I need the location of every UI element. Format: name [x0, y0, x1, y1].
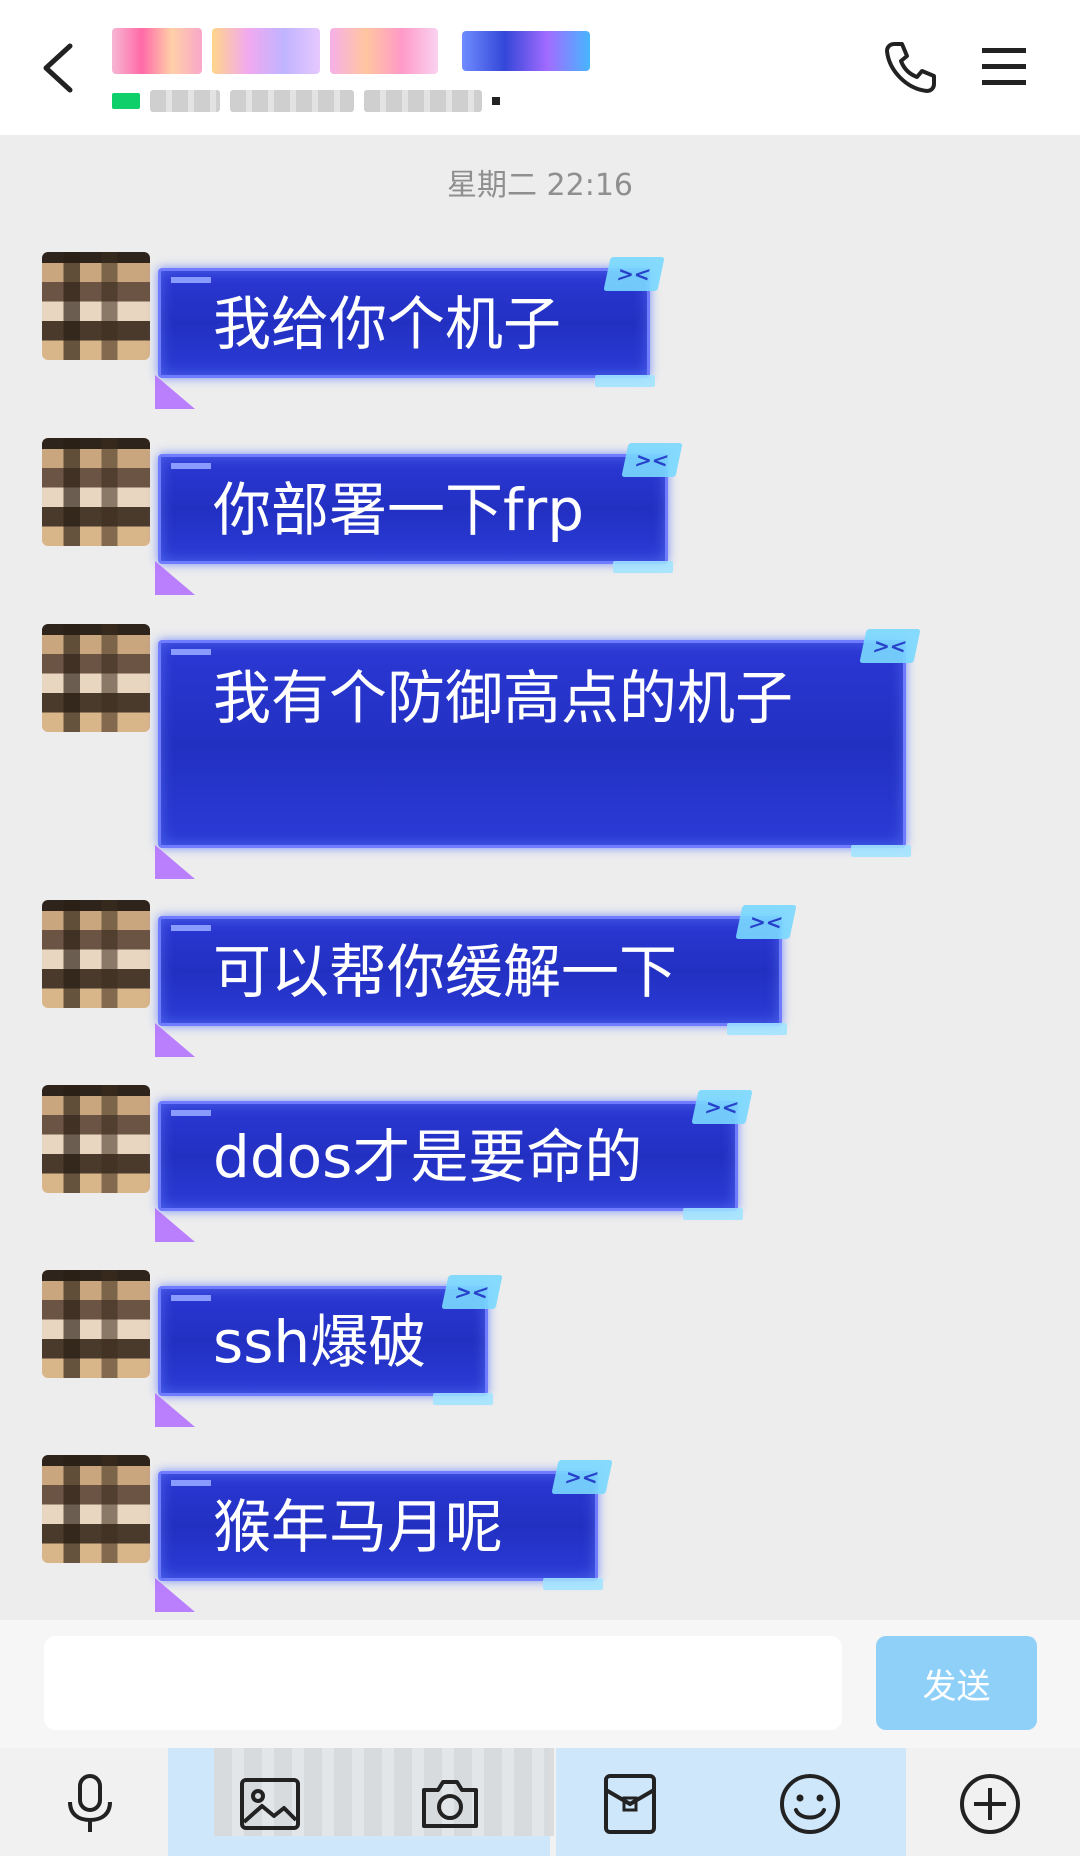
chat-bubble[interactable]: >< 猴年马月呢: [155, 1460, 613, 1612]
chat-bubble[interactable]: >< 我有个防御高点的机子: [155, 629, 921, 879]
microphone-icon: [68, 1774, 112, 1832]
red-packet-icon: [604, 1774, 656, 1834]
image-icon: [240, 1778, 300, 1830]
chevron-left-icon: [43, 43, 73, 93]
avatar[interactable]: [42, 1085, 150, 1193]
message-text: 你部署一下frp: [213, 476, 585, 544]
voice-call-button[interactable]: [880, 38, 940, 98]
input-bar: 发送: [0, 1620, 1080, 1750]
avatar[interactable]: [42, 1270, 150, 1378]
message-text: 我给你个机子: [213, 290, 562, 358]
message-timestamp: 星期二 22:16: [447, 168, 633, 203]
more-button[interactable]: [956, 1770, 1024, 1838]
message-input[interactable]: [44, 1636, 842, 1730]
online-status: [112, 90, 590, 112]
red-packet-button[interactable]: [596, 1770, 664, 1838]
message-text: 可以帮你缓解一下: [213, 938, 678, 1006]
bubble-corner-icon: ><: [621, 443, 683, 477]
bubble-corner-icon: ><: [603, 257, 665, 291]
message-text: 猴年马月呢: [213, 1493, 504, 1561]
bubble-corner-icon: ><: [691, 1090, 753, 1124]
phone-icon: [885, 42, 936, 93]
message-text: 我有个防御高点的机子: [213, 664, 794, 732]
camera-icon: [422, 1780, 478, 1828]
bottom-toolbar: [0, 1748, 1080, 1856]
avatar[interactable]: [42, 900, 150, 1008]
avatar[interactable]: [42, 252, 150, 360]
bubble-corner-icon: ><: [551, 1460, 613, 1494]
chat-menu-button[interactable]: [980, 44, 1028, 90]
back-button[interactable]: [38, 38, 84, 98]
bubble-corner-icon: ><: [859, 629, 921, 663]
avatar[interactable]: [42, 438, 150, 546]
photo-button[interactable]: [236, 1770, 304, 1838]
camera-button[interactable]: [416, 1770, 484, 1838]
avatar[interactable]: [42, 624, 150, 732]
menu-icon: [982, 48, 1026, 85]
emoji-button[interactable]: [776, 1770, 844, 1838]
chat-header: [0, 0, 1080, 135]
online-icon: [112, 93, 140, 109]
chat-bubble[interactable]: >< 你部署一下frp: [155, 443, 683, 595]
message-text: ssh爆破: [213, 1308, 427, 1376]
message-text: ddos才是要命的: [213, 1123, 643, 1191]
chat-bubble[interactable]: >< 可以帮你缓解一下: [155, 905, 797, 1057]
contact-title[interactable]: [112, 26, 590, 112]
voice-button[interactable]: [56, 1770, 124, 1838]
send-button[interactable]: 发送: [876, 1636, 1037, 1730]
avatar[interactable]: [42, 1455, 150, 1563]
emoji-icon: [780, 1774, 840, 1834]
chat-bubble[interactable]: >< 我给你个机子: [155, 257, 665, 409]
bubble-corner-icon: ><: [441, 1275, 503, 1309]
badge-icon: [462, 31, 590, 71]
plus-icon: [960, 1774, 1020, 1834]
bubble-corner-icon: ><: [735, 905, 797, 939]
chat-bubble[interactable]: >< ddos才是要命的: [155, 1090, 753, 1242]
contact-name-obscured: [112, 26, 590, 76]
chat-bubble[interactable]: >< ssh爆破: [155, 1275, 503, 1427]
